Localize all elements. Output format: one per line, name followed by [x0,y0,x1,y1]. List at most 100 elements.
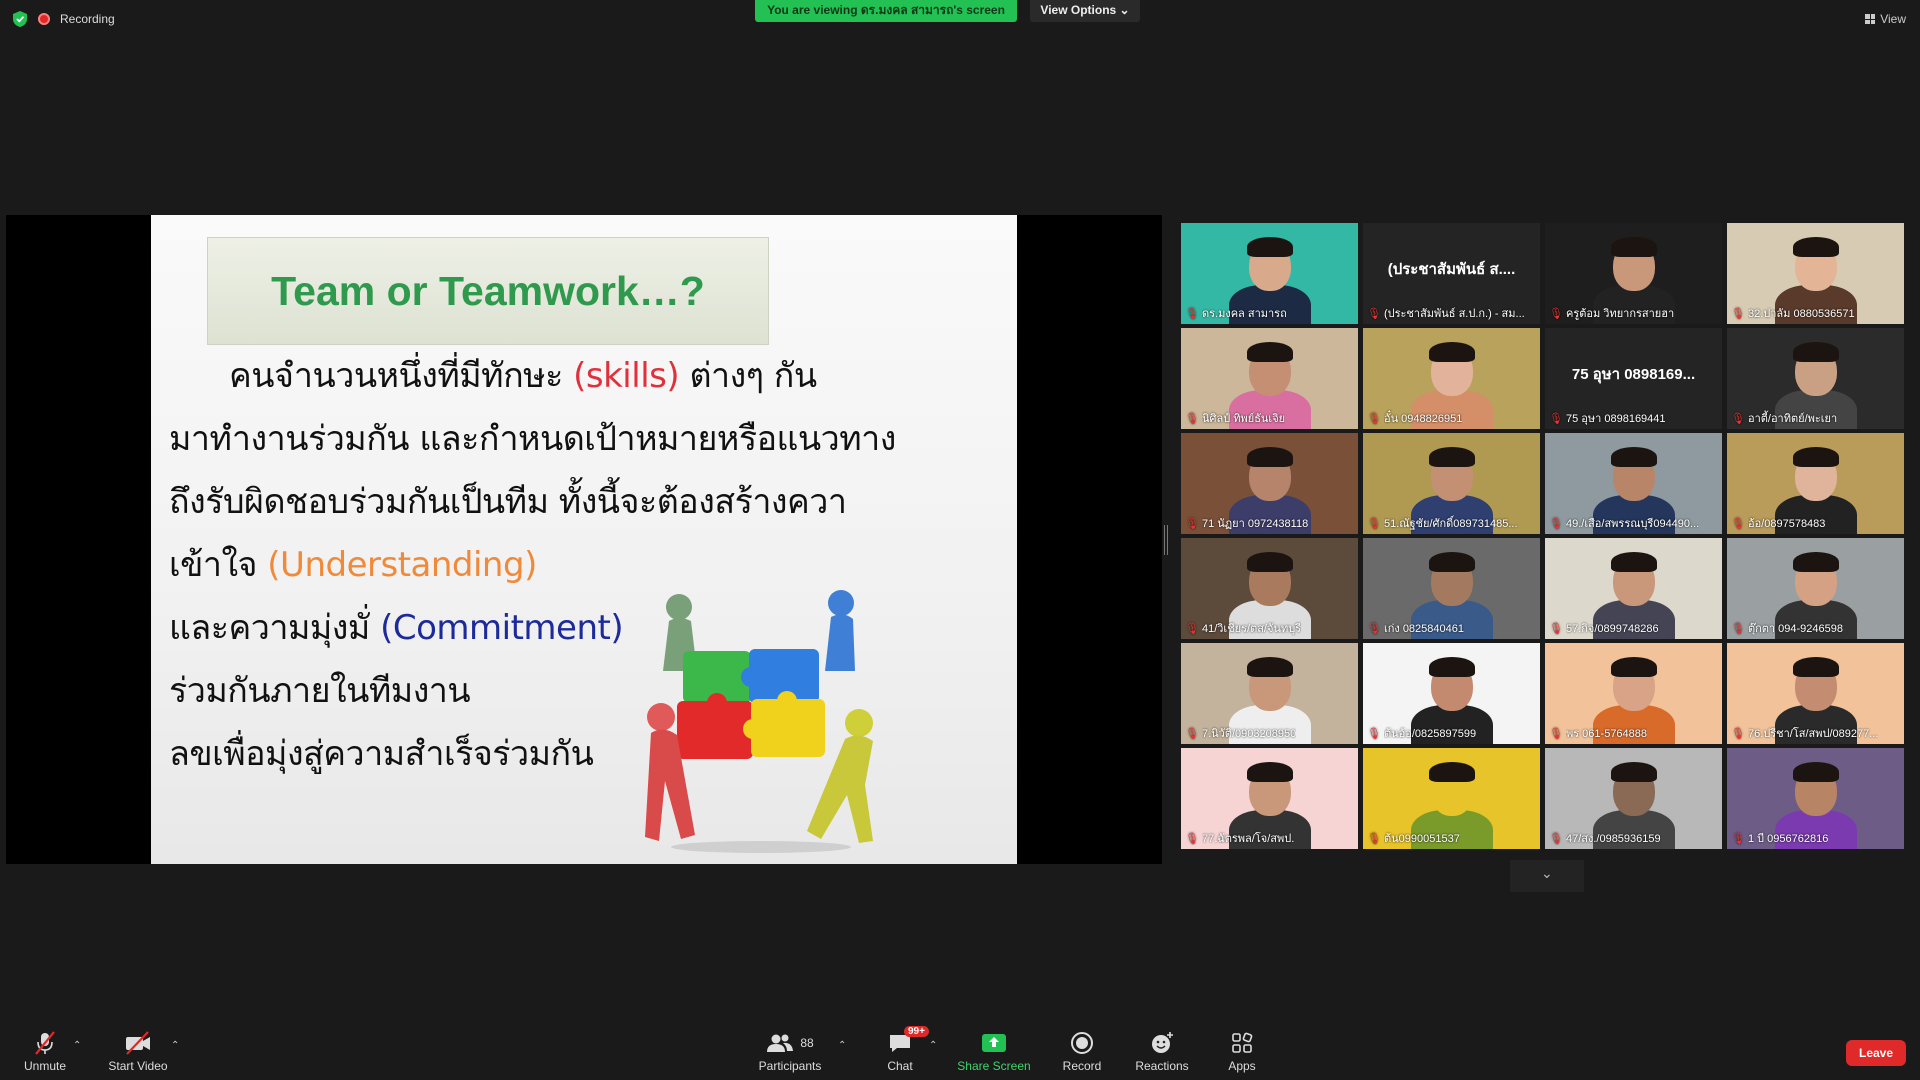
participant-tile[interactable]: 🎙 32.ปาลัม 0880536571 [1727,223,1904,324]
participant-tile[interactable]: 🎙 7.นิวัติ/0903208950 [1181,643,1358,744]
slide-text-line: คนจำนวนหนึ่งที่มีทักษะ (skills) ต่างๆ กั… [229,348,817,402]
participant-name: พร 061-5764888 [1565,728,1648,740]
participant-tile[interactable]: 🎙 พร 061-5764888 [1545,643,1722,744]
muted-microphone-icon [35,1031,55,1055]
participant-name-tag: 🎙 51.ณัฐชัย/ศักดิ์089731485... [1367,514,1536,532]
muted-microphone-icon: 🎙 [1731,517,1745,530]
slide-text: ลขเพื่อมุ่งสู่ความสำเร็จร่วมกัน [169,734,594,774]
participant-tile[interactable]: 🎙 ต้น0990051537 [1363,748,1540,849]
security-shield-icon[interactable] [12,10,28,28]
muted-microphone-icon: 🎙 [1185,307,1199,320]
participant-name: ต้น0990051537 [1383,833,1460,845]
participant-name: 32.ปาลัม 0880536571 [1747,308,1855,320]
split-view-divider[interactable] [1164,525,1168,555]
participant-name-tag: 🎙 อ้อ/0897578483 [1731,514,1900,532]
participant-name-tag: 🎙 เก่ง 0825840461 [1367,619,1536,637]
chat-caret-icon[interactable]: ⌃ [929,1040,937,1051]
slide-text-line: ลขเพื่อมุ่งสู่ความสำเร็จร่วมกัน [169,726,594,780]
participant-name: 77.ฉัตรพล/โจ/สพป. [1201,833,1295,845]
apps-icon [1232,1032,1253,1053]
record-button[interactable]: Record [1060,1030,1104,1073]
participant-name-tag: 🎙 ดร.มงคล สามารถ [1185,304,1354,322]
participant-tile[interactable]: 🎙 ครูต้อม วิทยากรสายฮา [1545,223,1722,324]
participant-tile[interactable]: 🎙 ต้นอ้อ/0825897599 [1363,643,1540,744]
muted-microphone-icon: 🎙 [1185,517,1199,530]
participant-display-name: 75 อุษา 0898169... [1571,366,1696,383]
recording-dot-icon [38,13,50,25]
participants-label: Participants [758,1059,822,1073]
participant-name-tag: 🎙 49./เสือ/สพรรณบุรี094490... [1549,514,1718,532]
participant-name-tag: 🎙 57.กิจ/0899748286 [1549,619,1718,637]
participants-button[interactable]: 88 Participants [755,1030,825,1073]
participant-name: 7.นิวัติ/0903208950 [1201,728,1297,740]
participant-name-tag: 🎙 ต้นอ้อ/0825897599 [1367,724,1536,742]
participant-tile[interactable]: 🎙 57.กิจ/0899748286 [1545,538,1722,639]
participant-name: อั๋น 0948826951 [1383,413,1463,425]
unmute-button[interactable]: Unmute [22,1030,68,1073]
participant-name-tag: 🎙 อาตี้/อาทิตย์/พะเยา [1731,409,1900,427]
participant-name-tag: 🎙 7.นิวัติ/0903208950 [1185,724,1354,742]
grid-view-icon [1865,14,1876,24]
participant-tile[interactable]: 🎙 49./เสือ/สพรรณบุรี094490... [1545,433,1722,534]
participant-tile[interactable]: 🎙 อั๋น 0948826951 [1363,328,1540,429]
teamwork-puzzle-image [645,590,873,853]
participant-tile[interactable]: 🎙 71 นัฏยา 0972438118 [1181,433,1358,534]
slide-text: ถึงรับผิดชอบร่วมกันเป็นทีม ทั้งนี้จะต้อง… [169,482,847,522]
recording-indicator[interactable]: Recording [12,10,115,28]
slide-text-line: มาทำงานร่วมกัน และกำหนดเป้าหมายหรือแนวทา… [169,411,896,465]
slide-text-line: เข้าใจ (Understanding) [169,537,537,591]
slide-title-box: Team or Teamwork…? [207,237,769,345]
participant-name-tag: 🎙 อั๋น 0948826951 [1367,409,1536,427]
participant-tile[interactable]: 🎙 ตุ๊กตา 094-9246598 [1727,538,1904,639]
participant-name-tag: 🎙 77.ฉัตรพล/โจ/สพป. [1185,829,1354,847]
start-video-label: Start Video [108,1059,168,1073]
shared-screen: Team or Teamwork…? คนจำนวนหนึ่งที่มีทักษ… [6,215,1162,864]
chat-button[interactable]: 99+ Chat [880,1026,929,1073]
gallery-next-page-button[interactable]: ⌄ [1510,860,1584,892]
share-screen-button[interactable]: Share Screen [955,1030,1033,1073]
leave-button[interactable]: Leave [1846,1040,1906,1066]
muted-microphone-icon: 🎙 [1731,727,1745,740]
view-options-button[interactable]: View Options ⌄ [1030,0,1140,22]
view-button-label: View [1880,12,1906,26]
participant-tile[interactable]: (ประชาสัมพันธ์ ส.... 🎙 (ประชาสัมพันธ์ ส.ป.… [1363,223,1540,324]
slide-highlight-text: (Commitment) [380,608,624,648]
participant-tile[interactable]: 🎙 นิศิลป์ ทิพย์ธันเจิย [1181,328,1358,429]
reactions-label: Reactions [1135,1059,1189,1073]
video-options-caret-icon[interactable]: ⌃ [171,1040,179,1051]
start-video-button[interactable]: Start Video [106,1030,170,1073]
apps-button[interactable]: Apps [1222,1030,1262,1073]
participant-name-tag: 🎙 76.ปรีชา/โส/สพป/089277... [1731,724,1900,742]
muted-microphone-icon: 🎙 [1185,622,1199,635]
participant-tile[interactable]: 🎙 ดร.มงคล สามารถ [1181,223,1358,324]
recording-label: Recording [60,12,115,26]
reactions-button[interactable]: Reactions [1132,1030,1192,1073]
muted-microphone-icon: 🎙 [1367,412,1381,425]
participant-tile[interactable]: 🎙 41/วิเชียร/ตส/จันทบุรี [1181,538,1358,639]
participant-tile[interactable]: 🎙 อ้อ/0897578483 [1727,433,1904,534]
participant-tile[interactable]: 🎙 76.ปรีชา/โส/สพป/089277... [1727,643,1904,744]
participant-tile[interactable]: 🎙 77.ฉัตรพล/โจ/สพป. [1181,748,1358,849]
audio-options-caret-icon[interactable]: ⌃ [73,1040,81,1051]
participant-tile[interactable]: 🎙 47/สง./0985936159 [1545,748,1722,849]
participant-name-tag: 🎙 1 บี 0956762816 [1731,829,1900,847]
participant-name: 1 บี 0956762816 [1747,833,1829,845]
participant-name: ต้นอ้อ/0825897599 [1383,728,1477,740]
muted-microphone-icon: 🎙 [1367,727,1381,740]
participant-name: ครูต้อม วิทยากรสายฮา [1565,308,1675,320]
participants-caret-icon[interactable]: ⌃ [838,1040,846,1051]
participant-name: 49./เสือ/สพรรณบุรี094490... [1565,518,1700,530]
participant-tile[interactable]: 🎙 อาตี้/อาทิตย์/พะเยา [1727,328,1904,429]
unmute-label: Unmute [23,1059,67,1073]
participant-name: เก่ง 0825840461 [1383,623,1464,635]
muted-microphone-icon: 🎙 [1367,622,1381,635]
participant-tile[interactable]: 🎙 1 บี 0956762816 [1727,748,1904,849]
participant-tile[interactable]: 75 อุษา 0898169... 🎙 75 อุษา 0898169441 [1545,328,1722,429]
viewing-screen-banner: You are viewing ดร.มงคล สามารถ's screen [755,0,1017,22]
participant-name-tag: 🎙 พร 061-5764888 [1549,724,1718,742]
muted-microphone-icon: 🎙 [1549,832,1563,845]
participant-tile[interactable]: 🎙 เก่ง 0825840461 [1363,538,1540,639]
view-button[interactable]: View [1865,12,1906,26]
participant-tile[interactable]: 🎙 51.ณัฐชัย/ศักดิ์089731485... [1363,433,1540,534]
chevron-down-icon: ⌄ [1541,866,1553,882]
